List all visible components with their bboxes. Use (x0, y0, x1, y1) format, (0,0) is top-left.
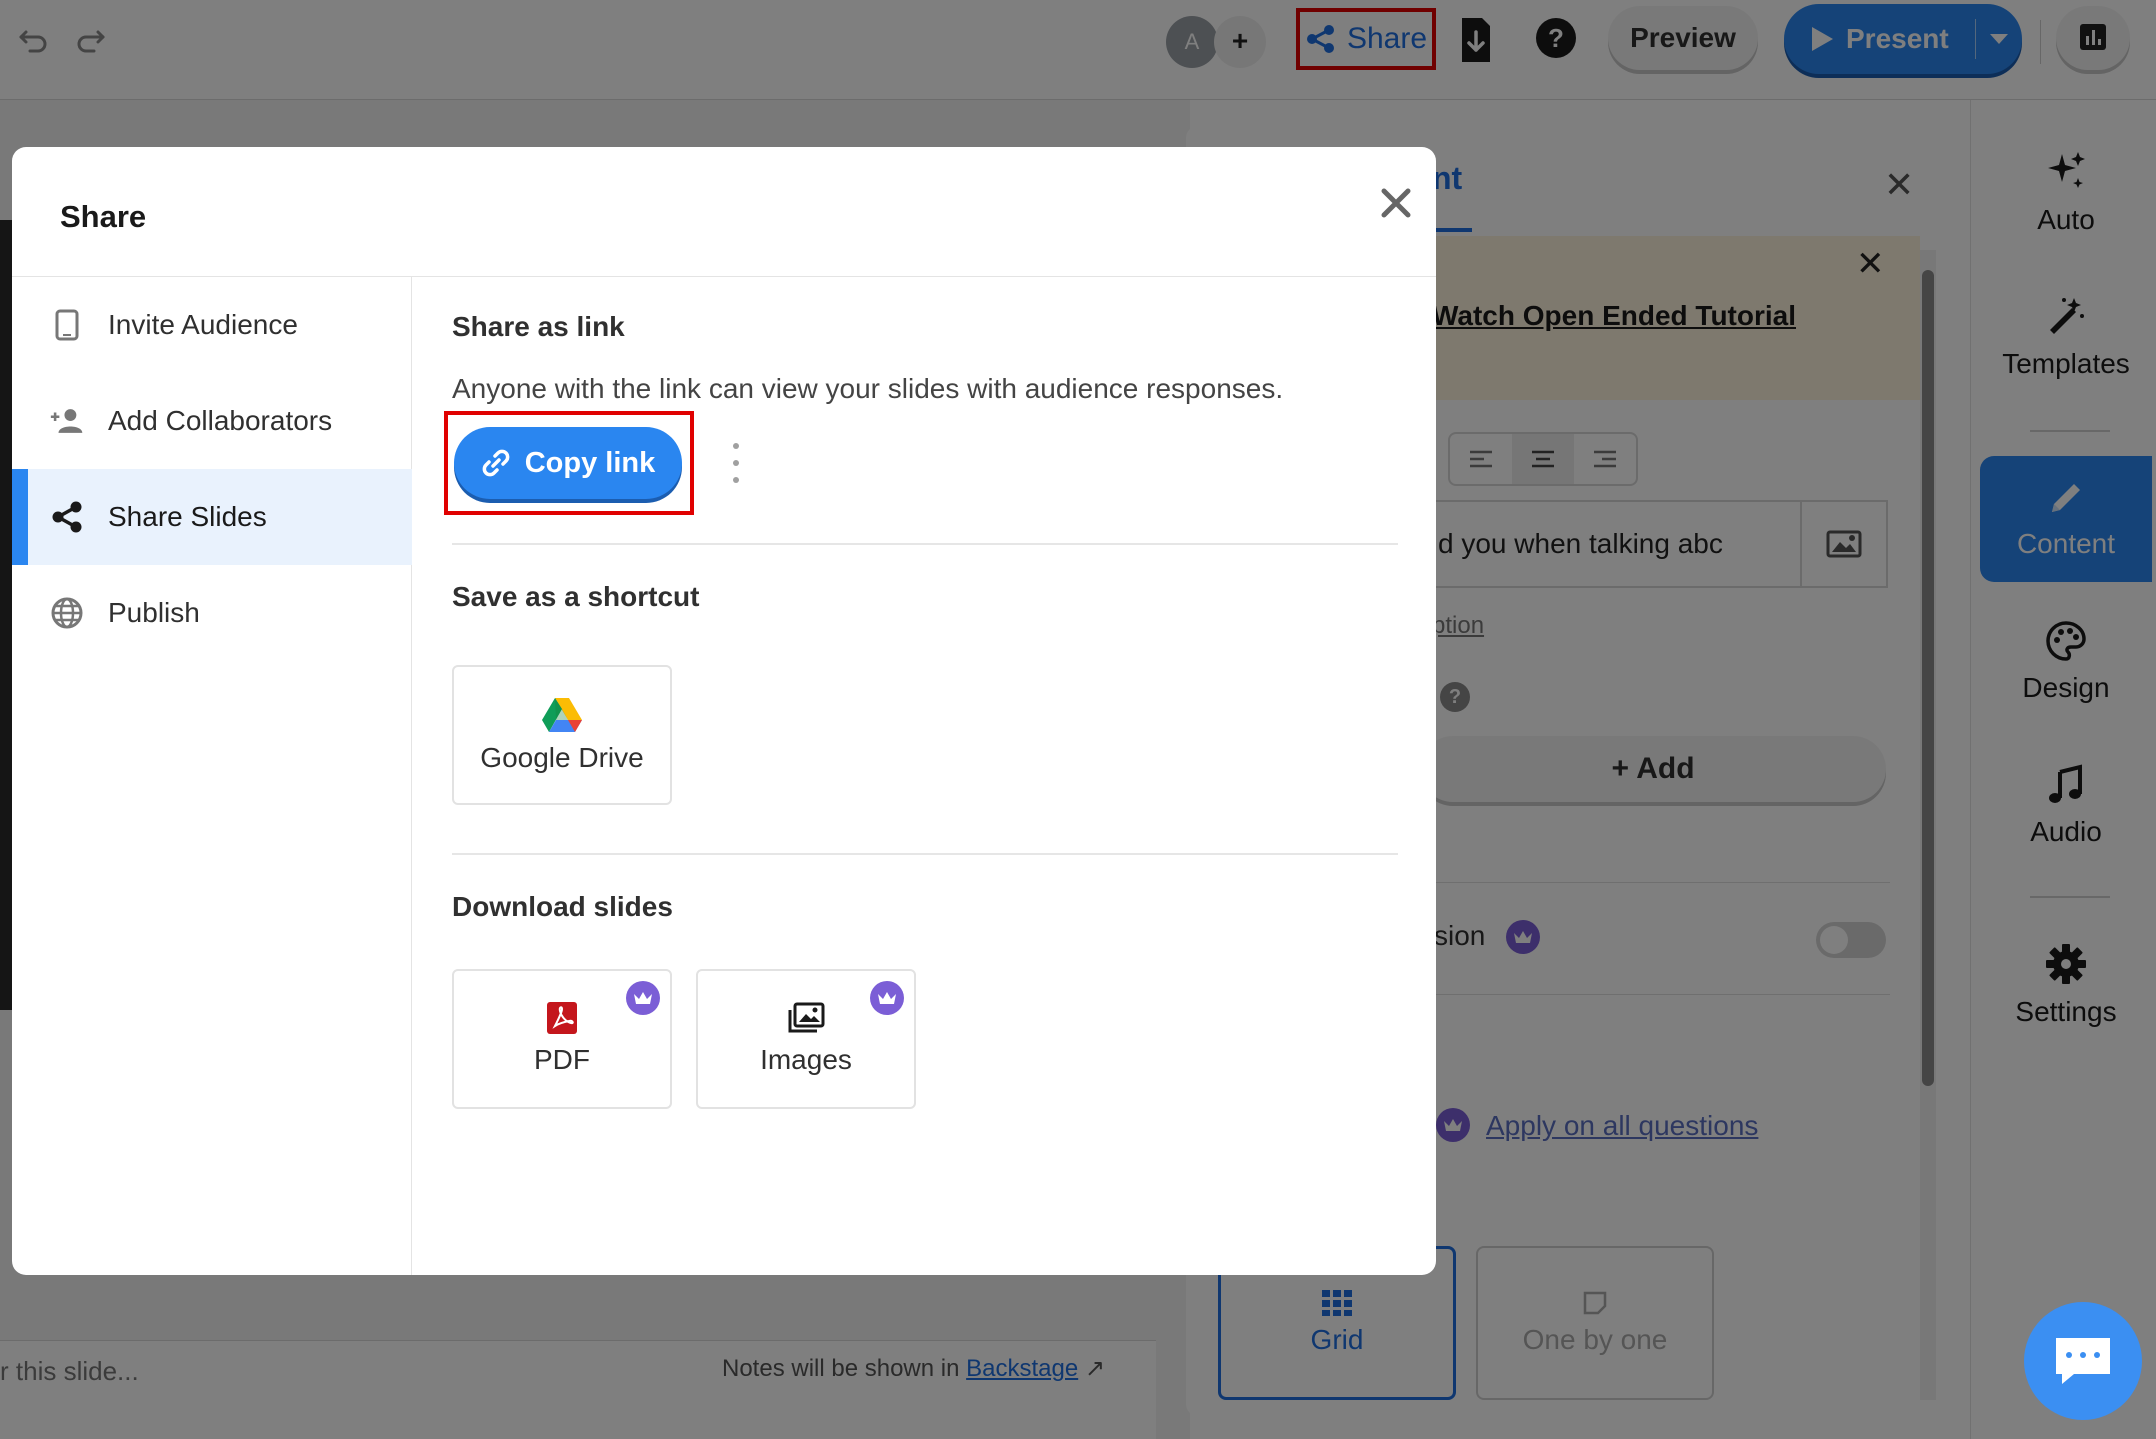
nav-label: Share Slides (108, 501, 267, 532)
nav-invite-audience[interactable]: Invite Audience (12, 277, 412, 373)
download-images-tile[interactable]: Images (696, 969, 916, 1109)
chat-icon (2056, 1338, 2110, 1384)
share-link-title: Share as link (452, 311, 625, 342)
shortcut-title: Save as a shortcut (452, 581, 700, 612)
close-icon[interactable] (1376, 183, 1416, 223)
download-title: Download slides (452, 891, 673, 922)
tablet-icon (50, 308, 84, 342)
crown-icon (626, 981, 660, 1015)
modal-sidebar: Invite Audience Add Collaborators Share … (12, 277, 412, 1275)
chat-support-button[interactable] (2024, 1302, 2142, 1420)
nav-share-slides[interactable]: Share Slides (12, 469, 412, 565)
link-icon (481, 448, 511, 478)
share-icon (50, 500, 84, 534)
copy-link-label: Copy link (524, 446, 656, 479)
add-user-icon (50, 404, 84, 438)
globe-icon (50, 596, 84, 630)
google-drive-label: Google Drive (480, 742, 644, 773)
more-options-icon[interactable] (730, 443, 742, 483)
images-label: Images (760, 1044, 852, 1075)
images-icon (787, 1002, 825, 1034)
share-modal: Share Invite Audience Add Collaborators … (12, 147, 1436, 1275)
nav-label: Add Collaborators (108, 405, 333, 436)
modal-title: Share (60, 199, 147, 234)
google-drive-icon (542, 696, 582, 732)
pdf-label: PDF (534, 1044, 590, 1075)
crown-icon (870, 981, 904, 1015)
nav-add-collaborators[interactable]: Add Collaborators (12, 373, 412, 469)
section-divider (452, 543, 1398, 545)
nav-label: Publish (108, 597, 200, 628)
nav-publish[interactable]: Publish (12, 565, 412, 661)
copy-link-button[interactable]: Copy link (454, 427, 682, 499)
google-drive-tile[interactable]: Google Drive (452, 665, 672, 805)
pdf-icon (547, 1002, 577, 1034)
share-link-description: Anyone with the link can view your slide… (452, 373, 1284, 404)
section-divider (452, 853, 1398, 855)
nav-label: Invite Audience (108, 309, 298, 340)
download-pdf-tile[interactable]: PDF (452, 969, 672, 1109)
